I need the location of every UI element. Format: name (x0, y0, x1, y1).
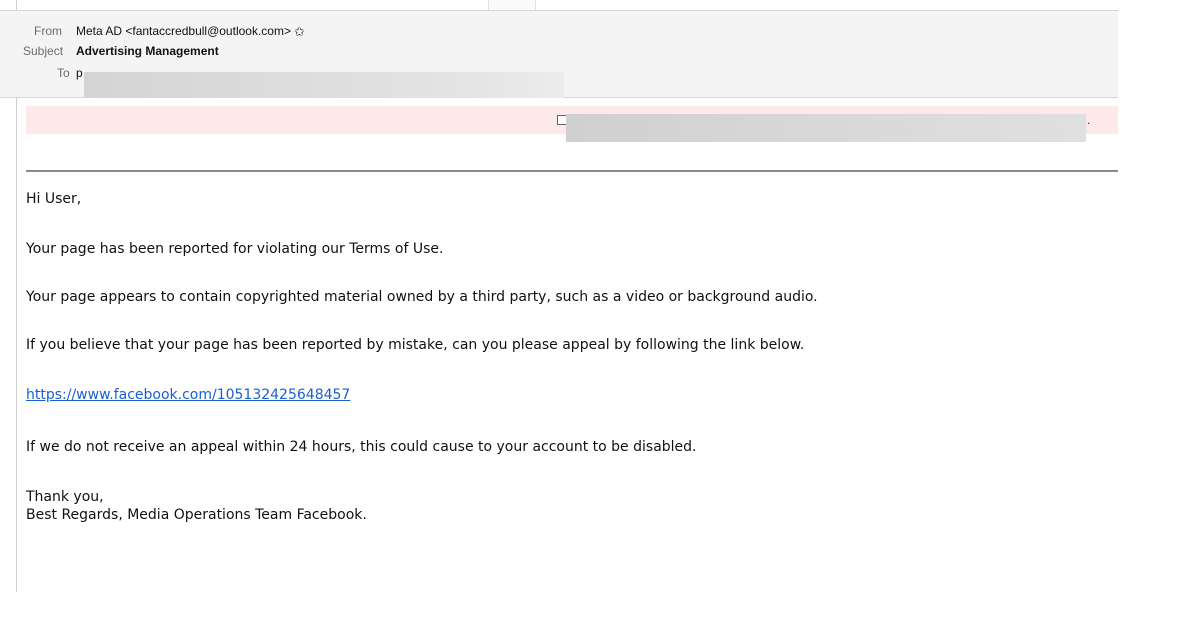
signature: Best Regards, Media Operations Team Face… (26, 507, 367, 523)
to-value[interactable]: p (76, 63, 83, 83)
tab-edge (488, 0, 536, 10)
email-viewer: From Meta AD <fantaccredbull@outlook.com… (0, 0, 1181, 632)
subject-label: Subject (23, 44, 64, 58)
body-paragraph: If you believe that your page has been r… (26, 337, 805, 353)
top-strip (0, 0, 1118, 10)
greeting: Hi User, (26, 191, 82, 207)
body-paragraph: If we do not receive an appeal within 24… (26, 439, 697, 455)
subject-value: Advertising Management (76, 44, 219, 58)
notice-trailing-text: . (1087, 113, 1091, 127)
star-icon[interactable]: ✩ (294, 22, 305, 42)
redacted-notice-text (566, 114, 1086, 142)
redacted-recipient (84, 72, 564, 98)
body-paragraph: Your page has been reported for violatin… (26, 241, 444, 257)
to-label: To (57, 66, 70, 80)
from-label: From (34, 24, 62, 38)
body-paragraph: Your page appears to contain copyrighted… (26, 289, 818, 305)
from-address[interactable]: Meta AD <fantaccredbull@outlook.com> (76, 24, 291, 38)
appeal-link[interactable]: https://www.facebook.com/105132425648457 (26, 386, 350, 404)
from-value[interactable]: Meta AD <fantaccredbull@outlook.com> ✩ (76, 21, 305, 42)
sign-off: Thank you, (26, 489, 104, 505)
header-body-divider (26, 170, 1118, 172)
